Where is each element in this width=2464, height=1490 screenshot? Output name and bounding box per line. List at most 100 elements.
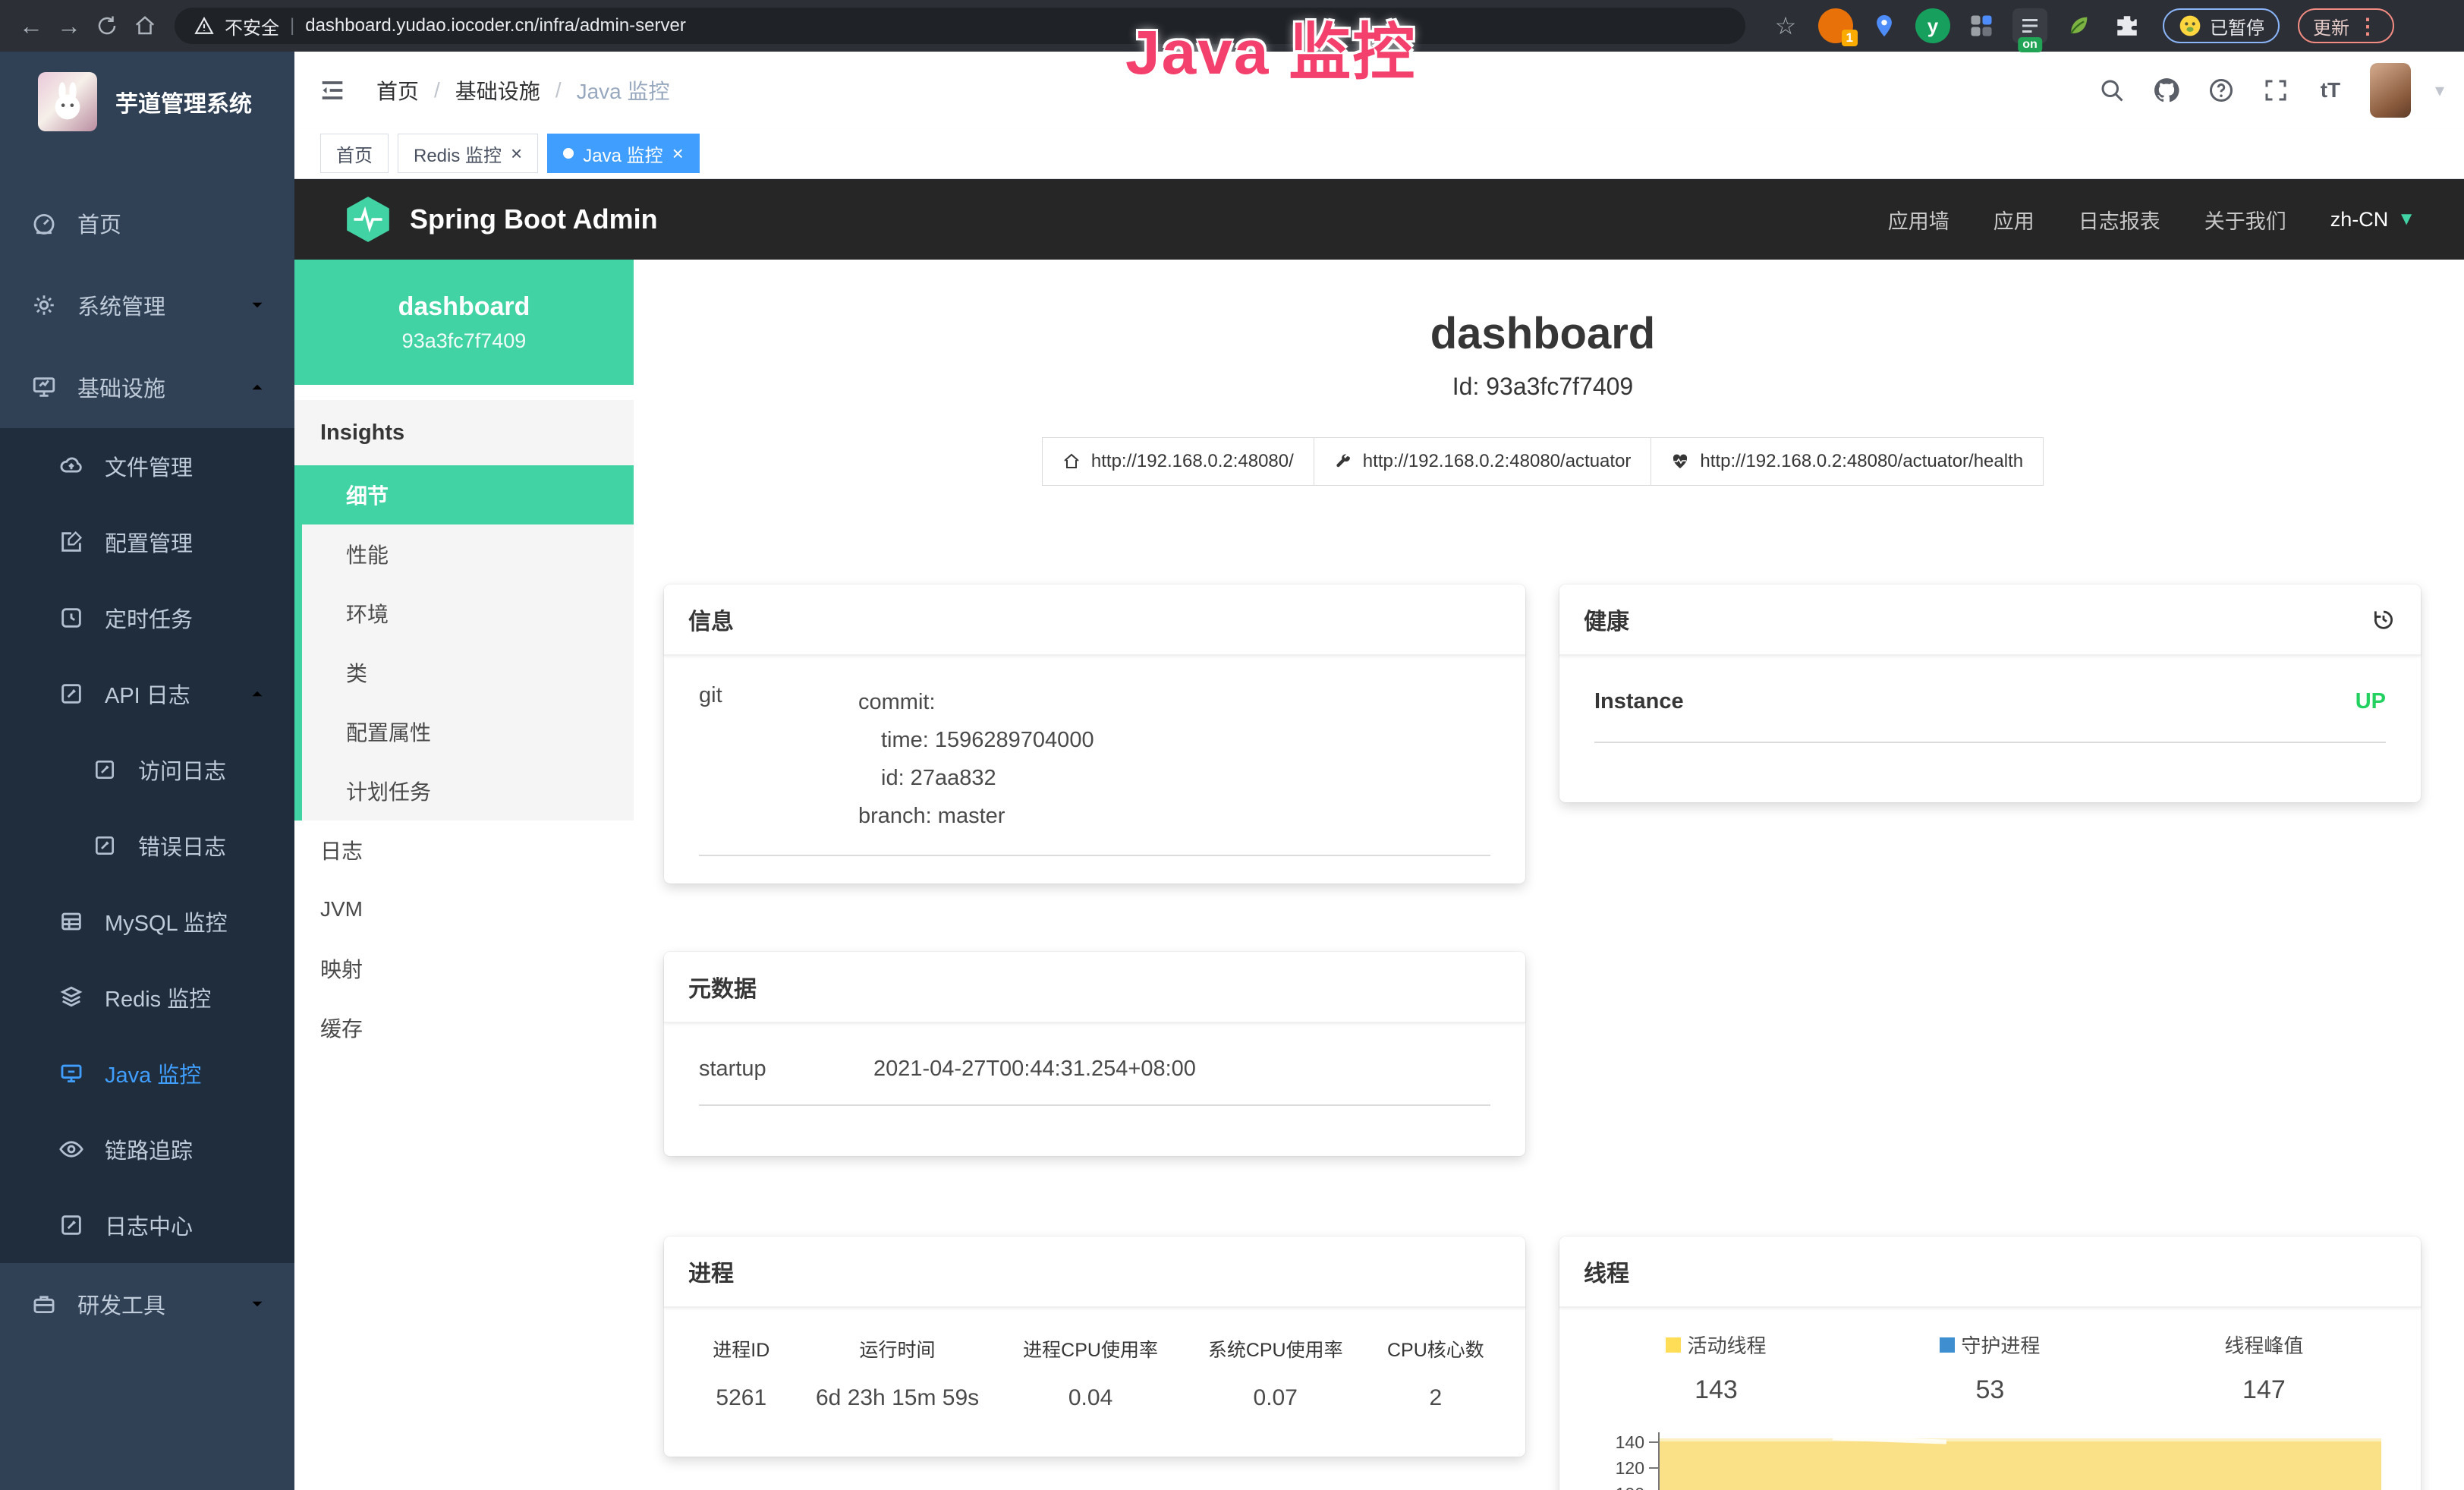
actuator-url-button[interactable]: http://192.168.0.2:48080/actuator (1314, 437, 1652, 486)
sba-logo-icon (343, 194, 393, 244)
sba-nav-journal[interactable]: 日志报表 (2079, 205, 2160, 235)
extension-grid-icon[interactable] (1964, 8, 1999, 43)
health-instance-row[interactable]: Instance UP (1594, 689, 2386, 714)
bookmark-star-icon[interactable]: ☆ (1767, 7, 1805, 45)
sba-nav-about[interactable]: 关于我们 (2204, 205, 2286, 235)
sidebar-item-apilog[interactable]: API 日志 (0, 656, 294, 732)
sidebar-item-label: 配置管理 (105, 526, 193, 558)
tab-redis[interactable]: Redis 监控 × (398, 134, 538, 173)
sidebar-item-accesslog[interactable]: 访问日志 (0, 732, 294, 808)
sidebar-item-label: 日志中心 (105, 1209, 193, 1241)
sba-item-jvm[interactable]: JVM (294, 880, 634, 939)
sidebar-item-config[interactable]: 配置管理 (0, 504, 294, 580)
process-table-values: 5261 6d 23h 15m 59s 0.04 0.07 2 (684, 1385, 1506, 1411)
sba-item-classes[interactable]: 类 (302, 643, 634, 702)
sba-item-caches[interactable]: 缓存 (294, 998, 634, 1057)
process-card-header: 进程 (664, 1236, 1525, 1308)
info-git-row: git commit: time: 1596289704000 id: 27aa… (699, 683, 1490, 835)
sidebar-item-infra[interactable]: 基础设施 (0, 346, 294, 428)
info-card: 信息 git commit: time: 1596289704000 (664, 584, 1525, 884)
tab-home[interactable]: 首页 (320, 134, 389, 173)
list-icon (2019, 14, 2041, 37)
spring-boot-admin: Spring Boot Admin 应用墙 应用 日志报表 关于我们 zh-CN… (294, 179, 2464, 1490)
eye-icon (58, 1136, 85, 1163)
close-icon[interactable]: × (672, 143, 684, 163)
help-icon[interactable] (2206, 75, 2236, 106)
profile-paused-chip[interactable]: 已暂停 (2163, 8, 2280, 43)
sba-item-configprops[interactable]: 配置属性 (302, 702, 634, 761)
app-logo-row[interactable]: 芋道管理系统 (0, 52, 294, 152)
avatar-caret-icon[interactable]: ▾ (2435, 80, 2444, 102)
extension-y-icon[interactable]: y (1915, 8, 1950, 43)
sba-item-details[interactable]: 细节 (302, 465, 634, 524)
sidebar-item-logcenter[interactable]: 日志中心 (0, 1187, 294, 1263)
browser-home-icon[interactable] (126, 7, 164, 45)
extension-leaf-icon[interactable] (2061, 8, 2096, 43)
browser-menu-icon[interactable]: ⋮ (2357, 14, 2379, 39)
close-icon[interactable]: × (511, 143, 522, 163)
sba-brand[interactable]: Spring Boot Admin (343, 194, 658, 244)
item-label: 性能 (346, 539, 389, 569)
sidebar-item-system[interactable]: 系统管理 (0, 264, 294, 346)
sidebar-item-errorlog[interactable]: 错误日志 (0, 808, 294, 884)
search-icon[interactable] (2097, 75, 2127, 106)
sba-item-loggers[interactable]: 日志 (294, 821, 634, 880)
user-avatar[interactable] (2370, 63, 2411, 118)
tab-java[interactable]: Java 监控 × (547, 134, 700, 173)
sidebar-item-label: API 日志 (105, 678, 190, 710)
service-url-button[interactable]: http://192.168.0.2:48080/ (1042, 437, 1314, 486)
sidebar-item-home[interactable]: 首页 (0, 182, 294, 264)
sidebar-item-redis[interactable]: Redis 监控 (0, 959, 294, 1035)
sidebar-item-devtool[interactable]: 研发工具 (0, 1263, 294, 1345)
sba-instance-header[interactable]: dashboard 93a3fc7f7409 (294, 260, 634, 385)
sidebar-item-file[interactable]: 文件管理 (0, 428, 294, 504)
sba-item-scheduledtasks[interactable]: 计划任务 (302, 761, 634, 821)
history-icon[interactable] (2371, 606, 2396, 632)
tab-label: Java 监控 (583, 140, 662, 167)
sba-header: Spring Boot Admin 应用墙 应用 日志报表 关于我们 zh-CN… (294, 179, 2464, 260)
sba-item-mappings[interactable]: 映射 (294, 939, 634, 998)
heartbeat-icon (1671, 452, 1689, 471)
font-size-icon[interactable]: tT (2315, 75, 2346, 106)
url-text[interactable]: dashboard.yudao.iocoder.cn/infra/admin-s… (305, 15, 686, 36)
browser-back-icon[interactable]: ← (12, 7, 50, 45)
sidebar-item-mysql[interactable]: MySQL 监控 (0, 884, 294, 959)
sba-item-metrics[interactable]: 性能 (302, 524, 634, 584)
app-main: 首页 / 基础设施 / Java 监控 tT ▾ (294, 52, 2464, 1490)
sidebar-item-trace[interactable]: 链路追踪 (0, 1111, 294, 1187)
browser-forward-icon[interactable]: → (50, 7, 88, 45)
sba-nav-applications[interactable]: 应用 (1994, 205, 2034, 235)
health-url-button[interactable]: http://192.168.0.2:48080/actuator/health (1651, 437, 2044, 486)
sba-language-select[interactable]: zh-CN ▼ (2330, 208, 2415, 232)
col-header: 进程CPU使用率 (996, 1335, 1185, 1362)
item-label: 类 (346, 657, 367, 688)
browser-reload-icon[interactable] (88, 7, 126, 45)
sba-nav-wall[interactable]: 应用墙 (1888, 205, 1949, 235)
instance-name: dashboard (398, 292, 530, 322)
legend-live: 活动线程 143 (1579, 1331, 1853, 1405)
sba-group-insights[interactable]: Insights (294, 400, 634, 465)
breadcrumb-section[interactable]: 基础设施 (455, 75, 540, 106)
sidebar-item-job[interactable]: 定时任务 (0, 580, 294, 656)
sidebar-item-label: 系统管理 (77, 289, 165, 321)
extension-pin-icon[interactable] (1867, 8, 1902, 43)
extensions-puzzle-icon[interactable] (2110, 8, 2145, 43)
github-icon[interactable] (2151, 75, 2182, 106)
edit-icon (58, 528, 85, 556)
extension-list-icon[interactable]: on (2012, 8, 2047, 43)
divider (1594, 742, 2386, 743)
page-title: dashboard (664, 308, 2422, 359)
breadcrumb-separator: / (434, 78, 440, 102)
sidebar-item-java[interactable]: Java 监控 (0, 1035, 294, 1111)
instance-label: Instance (1594, 689, 1684, 714)
divider (699, 1104, 1490, 1106)
extension-orange-icon[interactable]: 1 (1818, 8, 1853, 43)
fullscreen-icon[interactable] (2261, 75, 2291, 106)
breadcrumb-home[interactable]: 首页 (376, 75, 419, 106)
browser-update-button[interactable]: 更新 ⋮ (2298, 8, 2394, 43)
address-bar[interactable]: 不安全 | dashboard.yudao.iocoder.cn/infra/a… (175, 8, 1745, 44)
sba-item-environment[interactable]: 环境 (302, 584, 634, 643)
hamburger-icon[interactable] (314, 72, 351, 109)
security-label[interactable]: 不安全 (225, 13, 279, 39)
puzzle-icon (2114, 13, 2140, 39)
